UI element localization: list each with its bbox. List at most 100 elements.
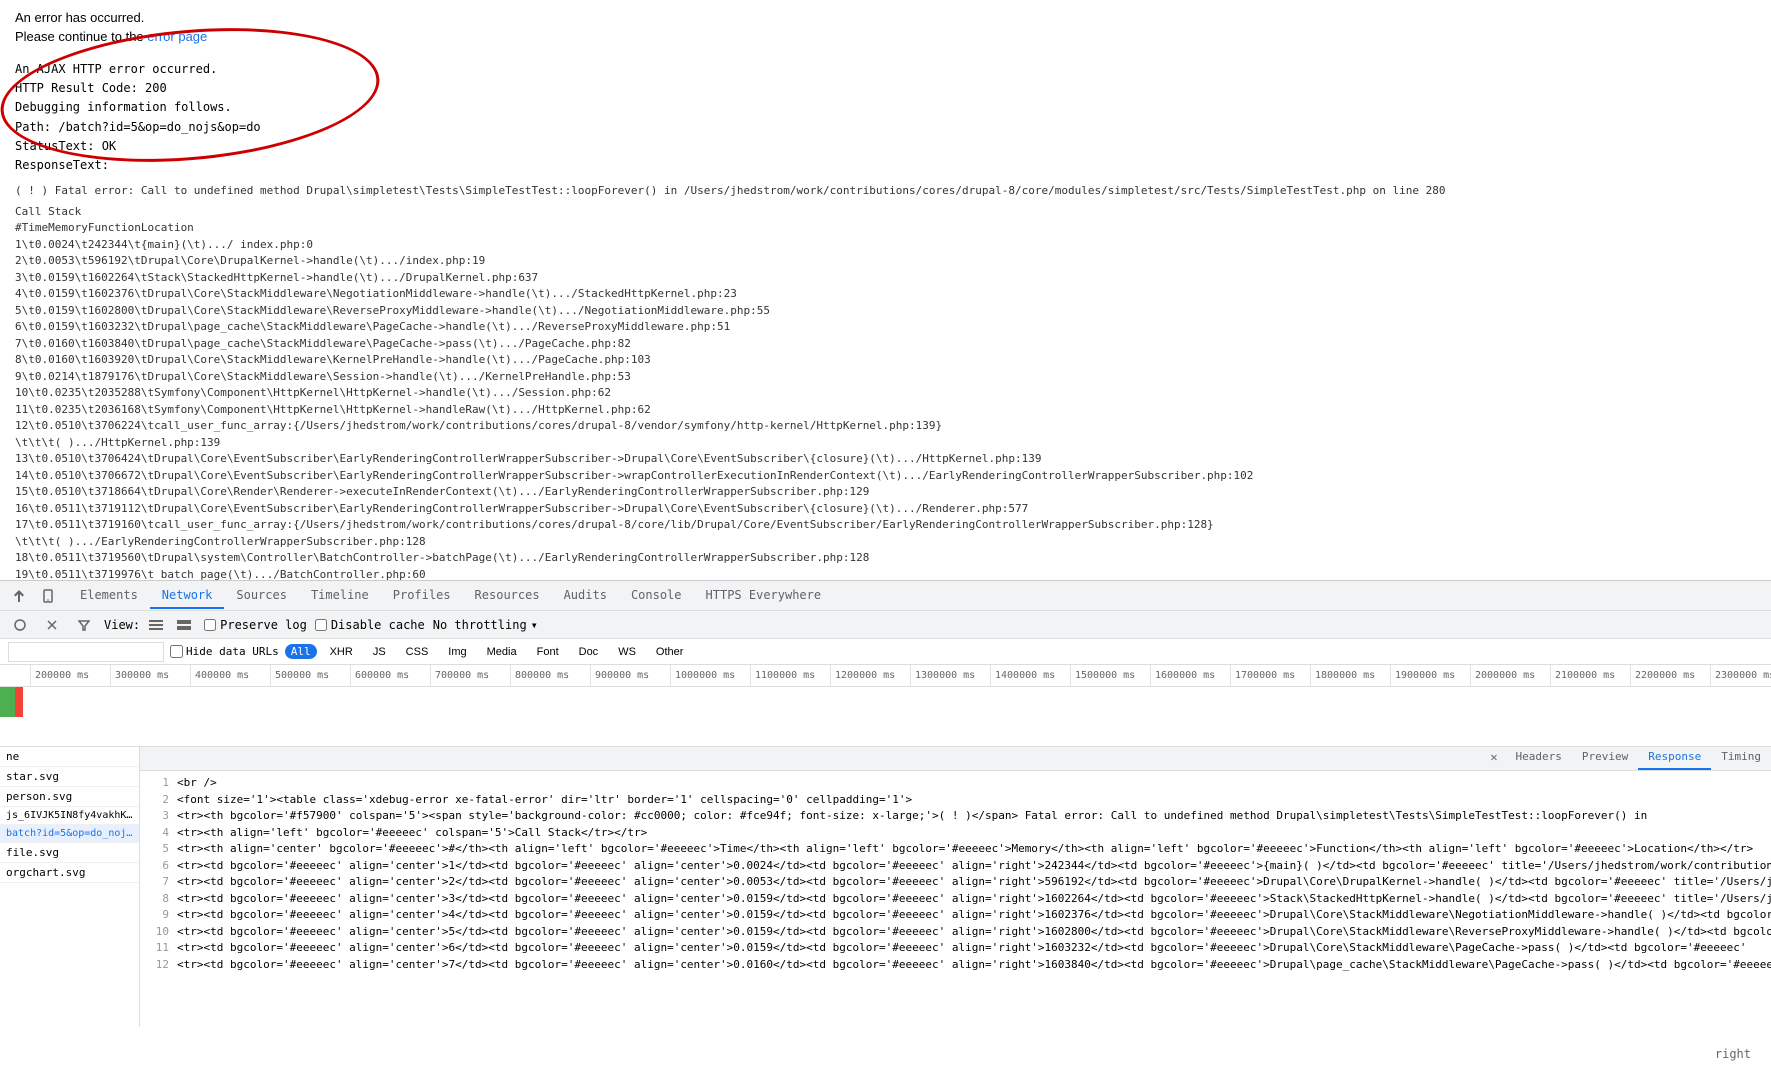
tick-19: 2100000 ms [1550,665,1630,686]
disable-cache-label: Disable cache [331,618,425,632]
tab-sources[interactable]: Sources [224,583,299,609]
debug-info-line: Debugging information follows. [15,98,1756,117]
response-tabs: ✕ Headers Preview Response Timing [140,747,1771,771]
stack-line-3: 3\t0.0159\t1602264\tStack\StackedHttpKer… [15,270,1756,287]
stack-line-13: 13\t0.0510\t3706424\tDrupal\Core\EventSu… [15,451,1756,468]
preserve-log-checkbox[interactable]: Preserve log [204,618,307,632]
tick-7: 900000 ms [590,665,670,686]
response-tab-headers[interactable]: Headers [1506,747,1572,770]
mobile-icon[interactable] [36,584,60,608]
filter-js-btn[interactable]: JS [366,644,393,660]
response-line-8: 8<tr><td bgcolor='#eeeeec' align='center… [144,891,1767,908]
filter-xhr-btn[interactable]: XHR [323,644,360,660]
stack-line-12: 12\t0.0510\t3706224\tcall_user_func_arra… [15,418,1756,435]
waterfall-bar-2 [15,687,23,717]
filter-icon[interactable] [72,613,96,637]
clear-icon[interactable] [40,613,64,637]
hide-data-urls-label[interactable]: Hide data URLs [170,645,279,658]
tab-console[interactable]: Console [619,583,694,609]
response-tab-response[interactable]: Response [1638,747,1711,770]
filter-other-btn[interactable]: Other [649,644,691,660]
stack-line-6: 6\t0.0159\t1603232\tDrupal\page_cache\St… [15,319,1756,336]
file-item-js[interactable]: js_6IVJK5IN8fy4vakhK84A57G... [0,807,139,825]
filter-search-input[interactable] [8,642,164,662]
response-content: 1<br /> 2<font size='1'><table class='xd… [140,771,1771,1027]
tick-13: 1500000 ms [1070,665,1150,686]
filter-toolbar: Hide data URLs All XHR JS CSS Img Media … [0,639,1771,665]
tick-5: 700000 ms [430,665,510,686]
network-toolbar: View: Preserve log Disable cache No thro… [0,611,1771,639]
filter-font-btn[interactable]: Font [530,644,566,660]
file-list: ne star.svg person.svg js_6IVJK5IN8fy4va… [0,747,140,1027]
record-icon[interactable] [8,613,32,637]
file-item-file[interactable]: file.svg [0,843,139,863]
devtools-panel: Elements Network Sources Timeline Profil… [0,580,1771,1027]
preserve-log-input[interactable] [204,619,216,631]
file-item-batch[interactable]: batch?id=5&op=do_nojs&op=... [0,825,139,843]
response-line-12: 12<tr><td bgcolor='#eeeeec' align='cente… [144,957,1767,974]
filter-ws-btn[interactable]: WS [611,644,643,660]
pagination-right: right [1715,1047,1751,1061]
file-item-person[interactable]: person.svg [0,787,139,807]
tick-3: 500000 ms [270,665,350,686]
tab-https-everywhere[interactable]: HTTPS Everywhere [694,583,834,609]
response-close-button[interactable]: ✕ [1482,747,1505,770]
stack-line-8: 8\t0.0160\t1603920\tDrupal\Core\StackMid… [15,352,1756,369]
error-header: An error has occurred. [15,10,1756,25]
tab-timeline[interactable]: Timeline [299,583,381,609]
http-result-line: HTTP Result Code: 200 [15,79,1756,98]
stack-line-1: 1\t0.0024\t242344\t{main}(\t).../ index.… [15,237,1756,254]
filter-doc-btn[interactable]: Doc [572,644,606,660]
view-label: View: [104,618,140,632]
devtools-icons-group [8,584,60,608]
hide-data-urls-checkbox[interactable] [170,645,183,658]
tab-profiles[interactable]: Profiles [381,583,463,609]
hide-data-urls-text: Hide data URLs [186,645,279,658]
ajax-error-block: An AJAX HTTP error occurred. HTTP Result… [15,60,1756,175]
waterfall-bars-container [0,687,1771,746]
stack-trace-header: #TimeMemoryFunctionLocation [15,220,1756,237]
stack-line-9: 9\t0.0214\t1879176\tDrupal\Core\StackMid… [15,369,1756,386]
filter-img-btn[interactable]: Img [441,644,473,660]
response-line-2: 2<font size='1'><table class='xdebug-err… [144,792,1767,809]
file-item-star[interactable]: star.svg [0,767,139,787]
continue-text: Please continue to the error page [15,29,1756,44]
error-text: An error has occurred. [15,10,144,25]
throttle-dropdown[interactable]: No throttling ▾ [433,618,538,632]
disable-cache-input[interactable] [315,619,327,631]
filter-all-btn[interactable]: All [285,644,317,659]
filter-css-btn[interactable]: CSS [399,644,436,660]
tab-elements[interactable]: Elements [68,583,150,609]
view-large-icon[interactable] [172,613,196,637]
timeline-ticks: 200000 ms 300000 ms 400000 ms 500000 ms … [0,665,1771,687]
file-item-ne[interactable]: ne [0,747,139,767]
throttle-chevron-icon: ▾ [531,618,538,632]
inspect-icon[interactable] [8,584,32,608]
tick-1: 300000 ms [110,665,190,686]
tick-16: 1800000 ms [1310,665,1390,686]
response-line-3: 3<tr><th bgcolor='#f57900' colspan='5'><… [144,808,1767,825]
stack-line-7: 7\t0.0160\t1603840\tDrupal\page_cache\St… [15,336,1756,353]
pagination: right [1715,1047,1751,1061]
disable-cache-checkbox[interactable]: Disable cache [315,618,425,632]
tab-audits[interactable]: Audits [552,583,619,609]
response-line-11: 11<tr><td bgcolor='#eeeeec' align='cente… [144,940,1767,957]
stack-line-17: 17\t0.0511\t3719160\tcall_user_func_arra… [15,517,1756,534]
file-item-orgchart[interactable]: orgchart.svg [0,863,139,883]
bottom-split-panel: ne star.svg person.svg js_6IVJK5IN8fy4va… [0,747,1771,1027]
filter-media-btn[interactable]: Media [480,644,524,660]
response-tab-preview[interactable]: Preview [1572,747,1638,770]
network-waterfall [0,687,1771,747]
response-line-4: 4<tr><th align='left' bgcolor='#eeeeec' … [144,825,1767,842]
stack-line-5: 5\t0.0159\t1602800\tDrupal\Core\StackMid… [15,303,1756,320]
tick-15: 1700000 ms [1230,665,1310,686]
tab-resources[interactable]: Resources [463,583,552,609]
response-tab-timing[interactable]: Timing [1711,747,1771,770]
tick-17: 1900000 ms [1390,665,1470,686]
error-page-link[interactable]: error page [147,29,207,44]
response-line-5: 5<tr><th align='center' bgcolor='#eeeeec… [144,841,1767,858]
stack-line-17b: \t\t\t( ).../EarlyRenderingControllerWra… [15,534,1756,551]
preserve-log-label: Preserve log [220,618,307,632]
tab-network[interactable]: Network [150,583,225,609]
view-list-icon[interactable] [144,613,168,637]
